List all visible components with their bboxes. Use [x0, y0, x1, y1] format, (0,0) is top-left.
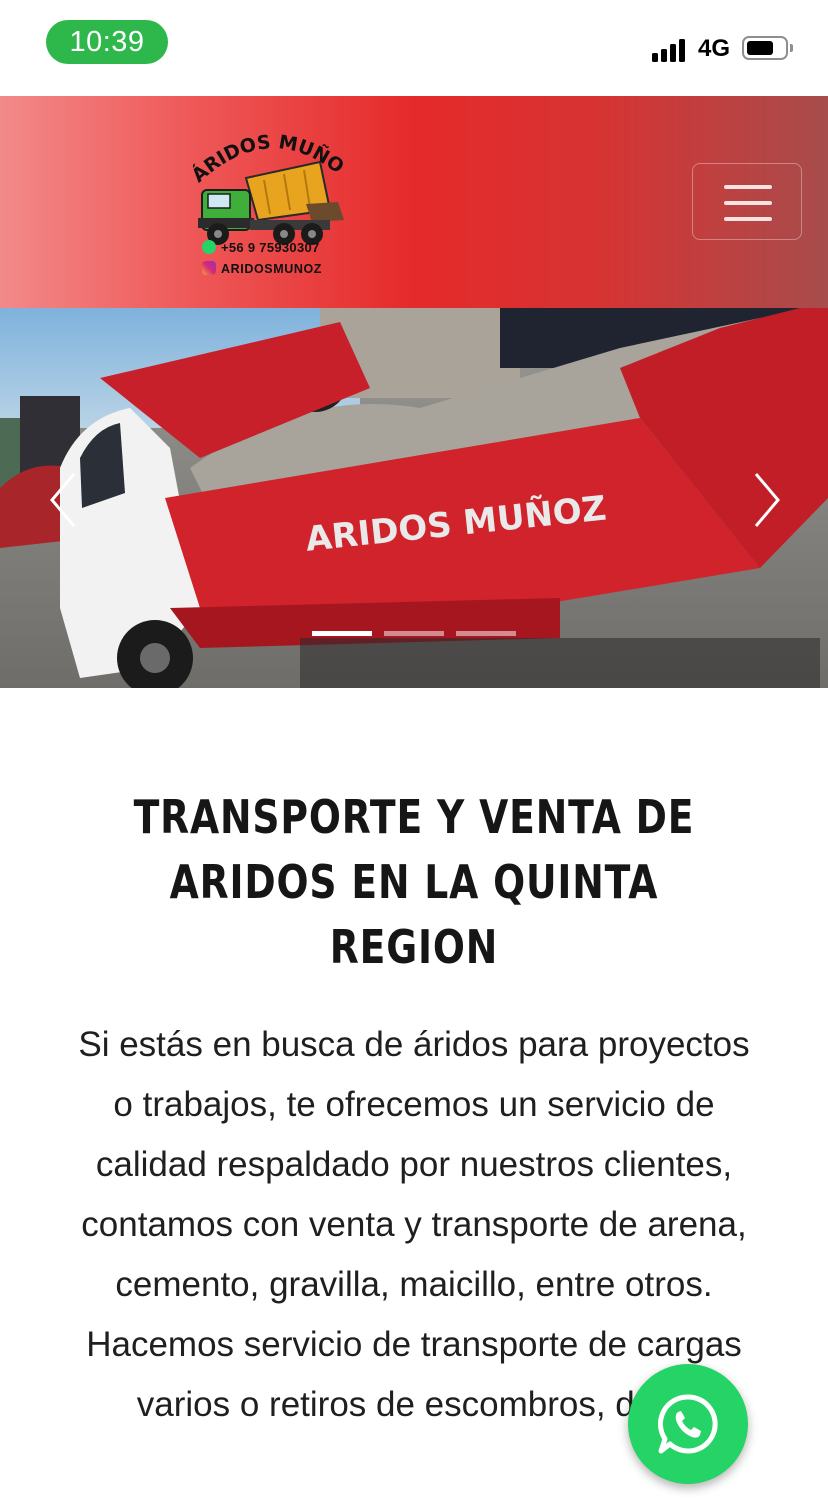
carousel-indicator-3[interactable]: [456, 631, 516, 636]
battery-icon: [742, 36, 793, 60]
carousel-indicator-1[interactable]: [312, 631, 372, 636]
logo-instagram: ARIDOSMUNOZ: [202, 261, 322, 276]
logo-phone: +56 9 75930307: [202, 240, 320, 255]
whatsapp-button[interactable]: [628, 1364, 748, 1484]
status-bar: 10:39 4G: [0, 0, 828, 96]
logo-phone-number: +56 9 75930307: [221, 240, 320, 255]
instagram-icon: [202, 261, 216, 275]
signal-icon: [652, 36, 692, 62]
site-logo[interactable]: ÁRIDOS MUÑOZ: [181, 107, 348, 284]
carousel-next-button[interactable]: [752, 470, 782, 530]
chevron-right-icon: [754, 473, 780, 527]
chevron-left-icon: [50, 473, 76, 527]
network-label: 4G: [698, 35, 731, 62]
logo-instagram-handle: ARIDOSMUNOZ: [221, 262, 323, 276]
hamburger-icon: [724, 185, 772, 189]
status-time: 10:39: [46, 20, 168, 64]
whatsapp-small-icon: [202, 240, 216, 254]
carousel-indicator-2[interactable]: [384, 631, 444, 636]
menu-toggle-button[interactable]: [692, 163, 802, 240]
carousel-prev-button[interactable]: [48, 470, 78, 530]
page-title: TRANSPORTE Y VENTA DE ARIDOS EN LA QUINT…: [133, 790, 695, 974]
whatsapp-icon: [657, 1394, 718, 1454]
